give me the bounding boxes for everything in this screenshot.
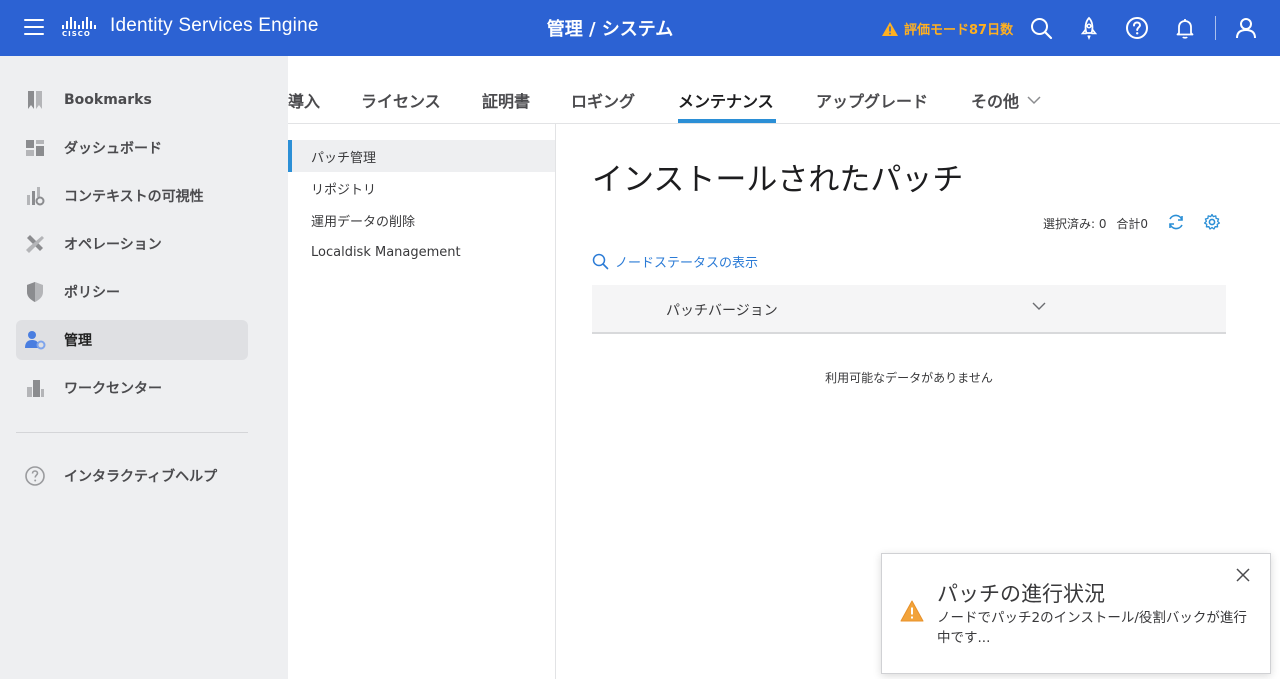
evaluation-text: 評価モード87日数 — [904, 23, 1014, 38]
tab-certificates[interactable]: 証明書 — [482, 88, 530, 112]
sidebar-item-dashboard[interactable]: ダッシュボード — [16, 128, 248, 168]
help-icon[interactable] — [1125, 16, 1149, 40]
sidebar-item-label: ダッシュボード — [64, 141, 162, 157]
view-node-status-link[interactable]: ノードステータスの表示 — [592, 252, 758, 271]
sub-navigation: パッチ管理 リポジトリ 運用データの削除 Localdisk Managemen… — [288, 124, 556, 679]
subnav-item-localdisk-management[interactable]: Localdisk Management — [288, 236, 555, 268]
tab-upgrade[interactable]: アップグレード — [816, 88, 928, 112]
header-divider — [1215, 16, 1216, 40]
bookmark-icon — [28, 91, 42, 109]
user-icon[interactable] — [1234, 16, 1258, 40]
sidebar-divider — [16, 432, 248, 433]
toast-message: ノードでパッチ2のインストール/役割バックが進行中です... — [937, 610, 1247, 646]
building-icon — [27, 380, 44, 397]
sidebar-item-work-centers[interactable]: ワークセンター — [16, 368, 248, 408]
sidebar-item-label: コンテキストの可視性 — [64, 189, 204, 205]
sidebar-item-label: オペレーション — [64, 237, 162, 253]
rocket-icon[interactable] — [1077, 16, 1101, 40]
view-node-status-label: ノードステータスの表示 — [615, 256, 759, 271]
sidebar-item-label: Bookmarks — [64, 92, 152, 108]
sidebar-item-interactive-help[interactable]: インタラクティブヘルプ — [16, 456, 248, 496]
tab-logging[interactable]: ロギング — [571, 88, 635, 112]
sidebar-help-label: インタラクティブヘルプ — [64, 469, 218, 485]
sidebar-item-operations[interactable]: オペレーション — [16, 224, 248, 264]
evaluation-badge[interactable]: 評価モード87日数 — [882, 19, 1013, 38]
search-icon — [592, 253, 609, 270]
help-circle-icon — [25, 466, 45, 486]
settings-gear-icon[interactable] — [1203, 213, 1221, 231]
subnav-item-repository[interactable]: リポジトリ — [288, 172, 555, 204]
total-count: 合計0 — [1116, 217, 1148, 231]
refresh-icon[interactable] — [1167, 213, 1185, 231]
sidebar: Bookmarks ダッシュボード コンテキストの可視性 オペレーション ポリシ… — [0, 56, 288, 679]
chevron-down-icon[interactable] — [1032, 302, 1046, 311]
subnav-item-patch-management[interactable]: パッチ管理 — [288, 140, 555, 172]
tab-licensing[interactable]: ライセンス — [361, 88, 441, 112]
patch-progress-toast: パッチの進行状況 ノードでパッチ2のインストール/役割バックが進行中です... — [881, 553, 1271, 674]
tab-more[interactable]: その他 — [971, 88, 1041, 112]
shield-icon — [27, 282, 43, 302]
sidebar-item-administration[interactable]: 管理 — [16, 320, 248, 360]
active-tab-indicator — [678, 119, 776, 123]
selected-count: 選択済み: 0 — [1043, 217, 1107, 231]
sidebar-item-context-visibility[interactable]: コンテキストの可視性 — [16, 176, 248, 216]
tab-more-label: その他 — [971, 92, 1020, 111]
tab-bar: 導入 ライセンス 証明書 ロギング メンテナンス アップグレード その他 — [288, 56, 1280, 124]
toast-title: パッチの進行状況 — [937, 582, 1105, 606]
warning-icon — [882, 21, 898, 36]
close-icon[interactable] — [1234, 566, 1252, 584]
sidebar-item-label: 管理 — [64, 333, 92, 349]
selection-counts: 選択済み: 0 合計0 — [1043, 215, 1154, 232]
sidebar-item-label: ポリシー — [64, 285, 120, 301]
page-heading: インストールされたパッチ — [592, 162, 964, 198]
warning-icon — [900, 600, 924, 622]
column-header-patch-version[interactable]: パッチバージョン — [666, 300, 778, 320]
table-header: パッチバージョン — [592, 285, 1226, 334]
dashboard-icon — [26, 140, 44, 156]
tab-maintenance[interactable]: メンテナンス — [678, 88, 774, 112]
visibility-icon — [27, 187, 45, 206]
top-header: CISCO Identity Services Engine 管理 / システム… — [0, 0, 1280, 56]
chevron-down-icon — [1027, 95, 1041, 104]
search-icon[interactable] — [1029, 16, 1053, 40]
empty-table-message: 利用可能なデータがありません — [825, 371, 993, 385]
sidebar-item-bookmarks[interactable]: Bookmarks — [16, 80, 248, 120]
admin-icon — [25, 331, 46, 350]
sidebar-item-label: ワークセンター — [64, 381, 162, 397]
sidebar-item-policy[interactable]: ポリシー — [16, 272, 248, 312]
notification-bell-icon[interactable] — [1173, 16, 1197, 40]
tab-deployment[interactable]: 導入 — [288, 88, 320, 112]
tools-icon — [26, 235, 44, 253]
subnav-item-operational-data-purging[interactable]: 運用データの削除 — [288, 204, 555, 236]
